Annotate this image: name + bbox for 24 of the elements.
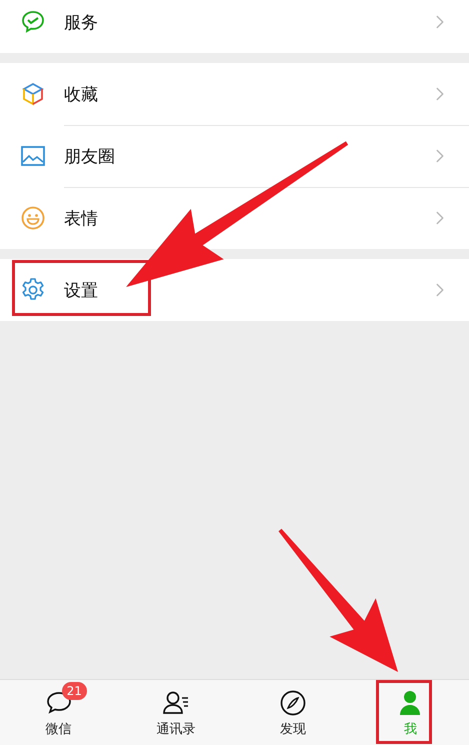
menu-item[interactable]: 表情: [0, 187, 469, 249]
menu-item[interactable]: 设置: [0, 259, 469, 321]
menu-item[interactable]: 服务: [0, 0, 469, 53]
settings-icon: [20, 277, 46, 303]
menu-item-label: 朋友圈: [64, 146, 116, 168]
tab-label: 我: [404, 720, 417, 738]
unread-badge: 21: [62, 682, 87, 700]
menu-item-label: 收藏: [64, 84, 99, 106]
smiley-icon: [20, 205, 46, 231]
image-icon: [20, 143, 46, 169]
tab-label: 发现: [280, 720, 306, 738]
tab-label: 微信: [46, 720, 72, 738]
cube-icon: [20, 81, 46, 107]
menu-item[interactable]: 收藏: [0, 63, 469, 125]
compass-icon: [278, 688, 308, 718]
tab[interactable]: 发现: [234, 680, 352, 745]
menu-item-label: 服务: [64, 12, 99, 34]
menu-item-label: 设置: [64, 280, 99, 302]
chat-check-icon: [20, 9, 46, 35]
menu-item-label: 表情: [64, 208, 99, 230]
menu-item[interactable]: 朋友圈: [0, 125, 469, 187]
tab[interactable]: 21 微信: [0, 680, 118, 745]
tab[interactable]: 通讯录: [117, 680, 234, 745]
tab-label: 通讯录: [156, 720, 196, 738]
